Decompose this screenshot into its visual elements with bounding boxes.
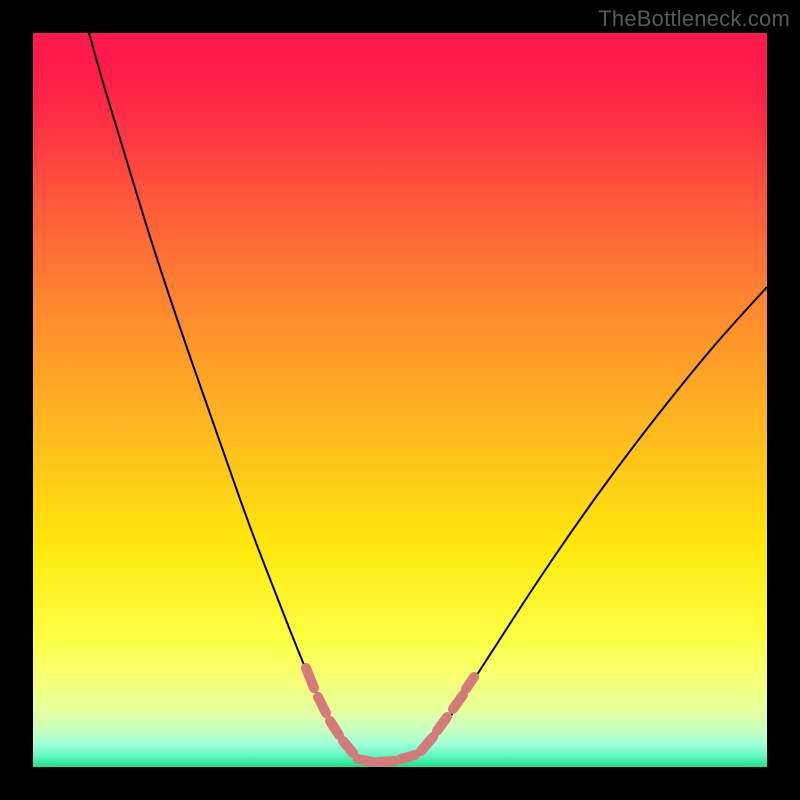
marker-segment (453, 695, 463, 709)
marker-segment (306, 668, 314, 688)
marker-segment (358, 759, 373, 762)
marker-segment (401, 755, 415, 759)
watermark-text: TheBottleneck.com (598, 6, 790, 32)
marker-segment (437, 717, 447, 731)
curve-layer (33, 33, 767, 767)
left-curve-path (89, 33, 363, 761)
marker-segment (379, 761, 395, 762)
marker-group (306, 668, 474, 762)
marker-segment (421, 737, 433, 751)
marker-segment (318, 697, 326, 713)
chart-frame: TheBottleneck.com (0, 0, 800, 800)
plot-area (33, 33, 767, 767)
marker-segment (343, 741, 353, 753)
marker-segment (466, 677, 474, 689)
bottleneck-curve (89, 33, 767, 761)
marker-segment (330, 721, 339, 735)
